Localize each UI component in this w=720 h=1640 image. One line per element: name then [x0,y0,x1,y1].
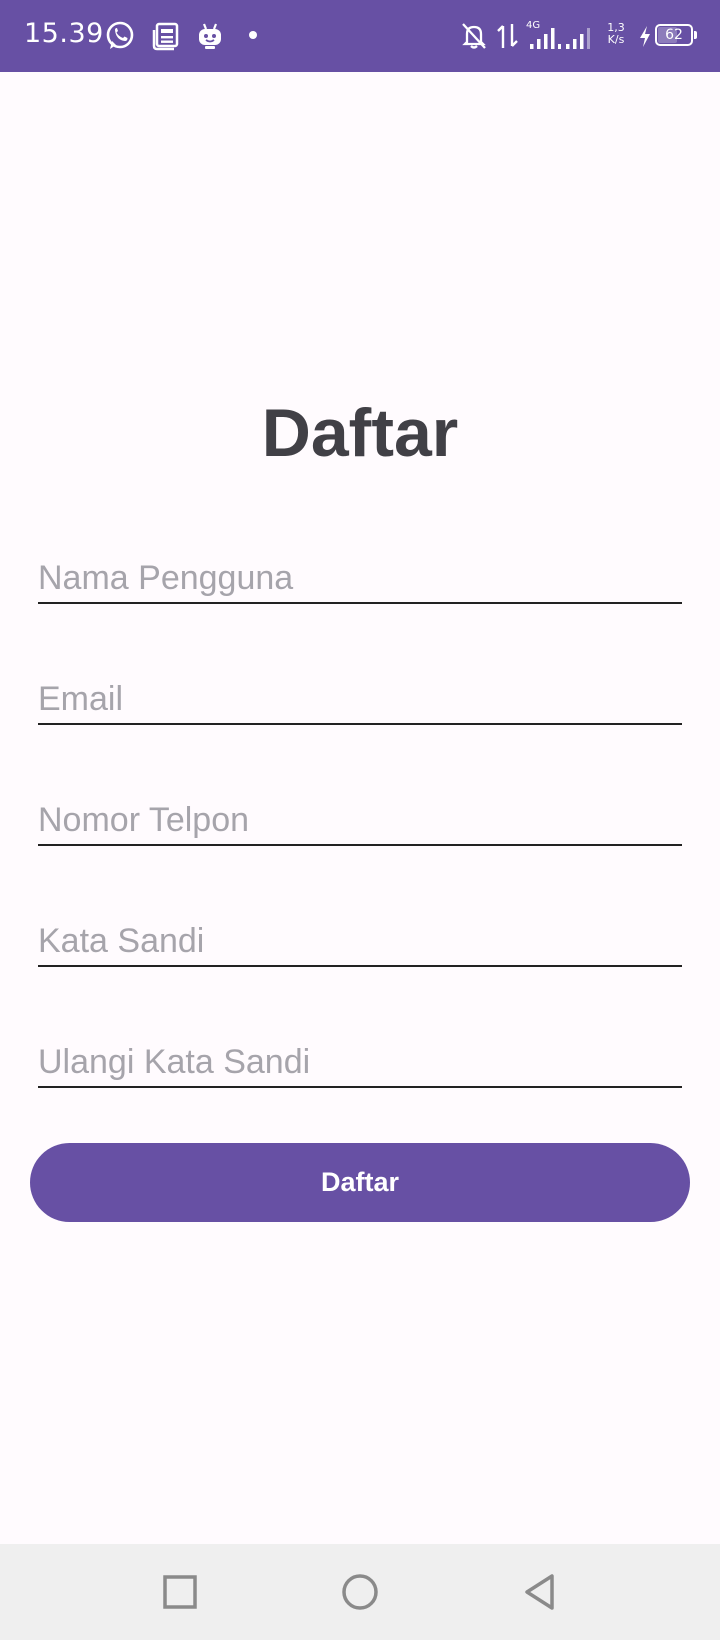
username-input[interactable] [38,559,682,598]
network-speed: 1,3 K/s [604,22,628,46]
status-time: 15.39 [24,18,104,49]
whatsapp-icon [106,21,134,49]
triangle-back-icon[interactable] [518,1570,562,1614]
battery-indicator: 62 [655,24,693,46]
bell-off-icon [462,23,486,49]
confirm-password-field[interactable] [38,1024,682,1088]
password-input[interactable] [38,922,682,961]
notification-dot [249,31,257,39]
confirm-password-input[interactable] [38,1043,682,1082]
page-title: Daftar [261,395,459,471]
circle-icon[interactable] [338,1570,382,1614]
battery-level: 62 [665,27,683,43]
email-field[interactable] [38,661,682,725]
phone-field[interactable] [38,782,682,846]
data-transfer-icon [497,24,518,48]
status-bar: 15.39 4G 1,3 K/s 62 [0,0,720,72]
charging-icon [640,26,650,47]
password-field[interactable] [38,903,682,967]
battery-tip [694,31,697,39]
news-icon [152,22,179,51]
network-speed-unit: K/s [607,33,625,46]
email-input[interactable] [38,680,682,719]
square-icon[interactable] [158,1570,202,1614]
navigation-bar [0,1544,720,1640]
username-field[interactable] [38,540,682,604]
signal-strength-icon [530,28,561,49]
phone-input[interactable] [38,801,682,840]
bot-icon [199,23,221,49]
register-button[interactable]: Daftar [30,1143,690,1222]
signal-strength-sim2-icon [566,28,590,49]
